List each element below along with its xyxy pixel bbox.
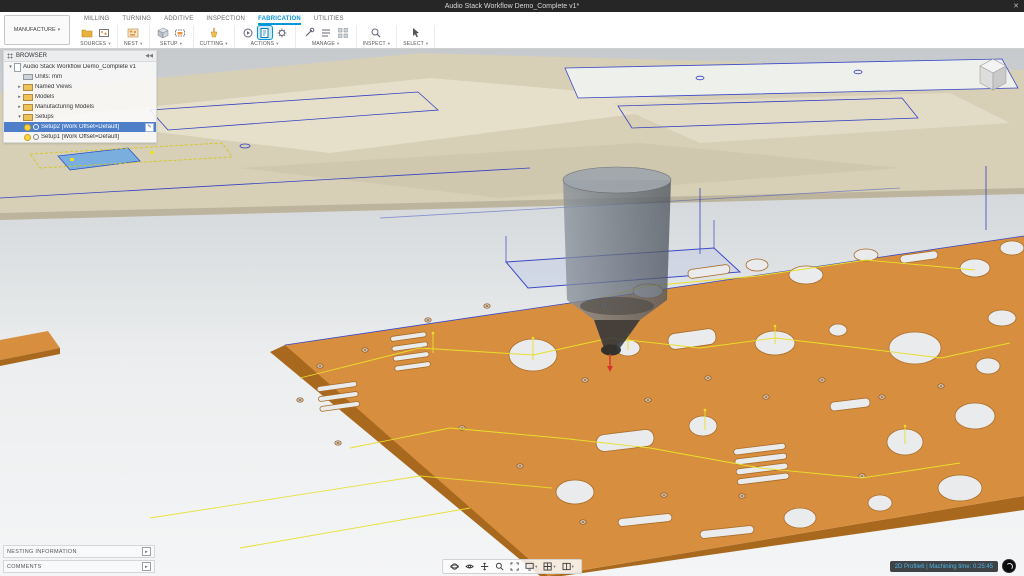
document-title: Audio Stack Workflow Demo_Complete v1* bbox=[445, 3, 579, 10]
browser-item-named-views[interactable]: ▸ Named Views bbox=[4, 82, 156, 92]
chevron-down-icon: ▾ bbox=[58, 27, 61, 33]
stock-icon[interactable] bbox=[173, 26, 187, 39]
folder-icon bbox=[23, 84, 33, 91]
group-cutting: CUTTING▾ bbox=[194, 25, 235, 48]
sources-label[interactable]: SOURCES▾ bbox=[80, 41, 111, 47]
view-navigation-bar: ▾ ▾ ▾ bbox=[442, 559, 582, 574]
job-status-icon[interactable] bbox=[1002, 559, 1016, 573]
task-list-icon[interactable] bbox=[319, 26, 333, 39]
group-sources: SOURCES▾ bbox=[74, 25, 118, 48]
look-at-icon[interactable] bbox=[465, 562, 474, 571]
browser-panel: BROWSER ◀◀ ▾ Audio Stack Workflow Demo_C… bbox=[3, 50, 157, 143]
ribbon: MANUFACTURE ▾ MILLING TURNING ADDITIVE I… bbox=[0, 12, 1024, 49]
caret-icon[interactable]: ▸ bbox=[16, 104, 23, 110]
setup-gear-icon bbox=[33, 124, 39, 130]
collapse-panel-icon[interactable]: ◀◀ bbox=[145, 53, 153, 59]
close-icon[interactable]: ✕ bbox=[1013, 0, 1019, 12]
fit-icon[interactable] bbox=[510, 562, 519, 571]
group-select: SELECT▾ bbox=[397, 25, 435, 48]
actions-label[interactable]: ACTIONS▾ bbox=[251, 41, 279, 47]
viewcube[interactable] bbox=[970, 52, 1016, 98]
gear-icon[interactable] bbox=[275, 26, 289, 39]
setup-gear-icon bbox=[33, 134, 39, 140]
manage-label[interactable]: MANAGE▾ bbox=[312, 41, 339, 47]
viewports-icon[interactable]: ▾ bbox=[562, 562, 574, 571]
group-setup: SETUP▾ bbox=[150, 25, 194, 48]
caret-icon[interactable]: ▸ bbox=[16, 94, 23, 100]
setup-label[interactable]: SETUP▾ bbox=[160, 41, 182, 47]
nest-icon[interactable] bbox=[126, 26, 140, 39]
orbit-icon[interactable] bbox=[450, 562, 459, 571]
group-actions: ACTIONS▾ bbox=[235, 25, 296, 48]
pattern-icon[interactable] bbox=[336, 26, 350, 39]
browser-item-units[interactable]: Units: mm bbox=[4, 72, 156, 82]
group-manage: MANAGE▾ bbox=[296, 25, 357, 48]
nest-label[interactable]: NEST▾ bbox=[124, 41, 143, 47]
folder-icon[interactable] bbox=[80, 26, 94, 39]
document-icon bbox=[14, 63, 21, 72]
browser-item-root[interactable]: ▾ Audio Stack Workflow Demo_Complete v1 bbox=[4, 62, 156, 72]
browser-item-manufacturing-models[interactable]: ▸ Manufacturing Models bbox=[4, 102, 156, 112]
browser-item-setups[interactable]: ▾ Setups bbox=[4, 112, 156, 122]
visibility-bulb-icon[interactable] bbox=[24, 134, 31, 141]
tab-turning[interactable]: TURNING bbox=[122, 12, 151, 25]
workspace-switcher[interactable]: MANUFACTURE ▾ bbox=[4, 15, 70, 45]
group-nest: NEST▾ bbox=[118, 25, 150, 48]
inspect-label[interactable]: INSPECT▾ bbox=[363, 41, 391, 47]
drag-handle-icon bbox=[7, 53, 13, 59]
folder-icon bbox=[23, 94, 33, 101]
caret-icon[interactable]: ▾ bbox=[16, 114, 23, 120]
browser-item-setup1[interactable]: Setup1 [Work Offset=Default] bbox=[4, 132, 156, 142]
setup-cube-icon[interactable] bbox=[156, 26, 170, 39]
tab-fabrication[interactable]: FABRICATION bbox=[258, 12, 301, 25]
ribbon-groups: SOURCES▾ NEST▾ bbox=[74, 25, 1024, 48]
browser-header[interactable]: BROWSER ◀◀ bbox=[4, 51, 156, 62]
pan-icon[interactable] bbox=[480, 562, 489, 571]
expand-panel-icon[interactable]: ▸ bbox=[142, 562, 151, 571]
units-icon bbox=[23, 74, 33, 80]
tab-inspection[interactable]: INSPECTION bbox=[206, 12, 245, 25]
comments-panel[interactable]: COMMENTS ▸ bbox=[3, 560, 155, 573]
cutting-torch-icon[interactable] bbox=[207, 26, 221, 39]
cursor-icon[interactable] bbox=[409, 26, 423, 39]
edit-setup-icon[interactable]: ✎ bbox=[145, 123, 154, 132]
display-settings-icon[interactable]: ▾ bbox=[525, 562, 537, 571]
simulate-icon[interactable] bbox=[241, 26, 255, 39]
tab-utilities[interactable]: UTILITIES bbox=[314, 12, 344, 25]
title-bar: Audio Stack Workflow Demo_Complete v1* ✕ bbox=[0, 0, 1024, 12]
group-inspect: INSPECT▾ bbox=[357, 25, 398, 48]
ribbon-tabs: MILLING TURNING ADDITIVE INSPECTION FABR… bbox=[74, 12, 1024, 25]
tab-additive[interactable]: ADDITIVE bbox=[164, 12, 193, 25]
sheet-source-icon[interactable] bbox=[97, 26, 111, 39]
grid-icon[interactable]: ▾ bbox=[543, 562, 555, 571]
tool-library-icon[interactable] bbox=[302, 26, 316, 39]
caret-icon[interactable]: ▸ bbox=[16, 84, 23, 90]
zoom-icon[interactable] bbox=[495, 562, 504, 571]
expand-panel-icon[interactable]: ▸ bbox=[142, 547, 151, 556]
folder-icon bbox=[23, 104, 33, 111]
tab-milling[interactable]: MILLING bbox=[84, 12, 109, 25]
bottom-left-panels: NESTING INFORMATION ▸ COMMENTS ▸ bbox=[3, 545, 155, 573]
nesting-information-panel[interactable]: NESTING INFORMATION ▸ bbox=[3, 545, 155, 558]
caret-icon[interactable]: ▾ bbox=[7, 64, 14, 70]
inspect-magnifier-icon[interactable] bbox=[369, 26, 383, 39]
machining-status: 2D Profile6 | Machining time: 0:25:45 bbox=[890, 561, 998, 572]
browser-item-setup2[interactable]: Setup2 [Work Offset=Default] ✎ bbox=[4, 122, 156, 132]
post-process-icon[interactable] bbox=[258, 26, 272, 39]
select-label[interactable]: SELECT▾ bbox=[403, 41, 428, 47]
visibility-bulb-icon[interactable] bbox=[24, 124, 31, 131]
folder-icon bbox=[23, 114, 33, 121]
browser-item-models[interactable]: ▸ Models bbox=[4, 92, 156, 102]
cutting-label[interactable]: CUTTING▾ bbox=[200, 41, 228, 47]
